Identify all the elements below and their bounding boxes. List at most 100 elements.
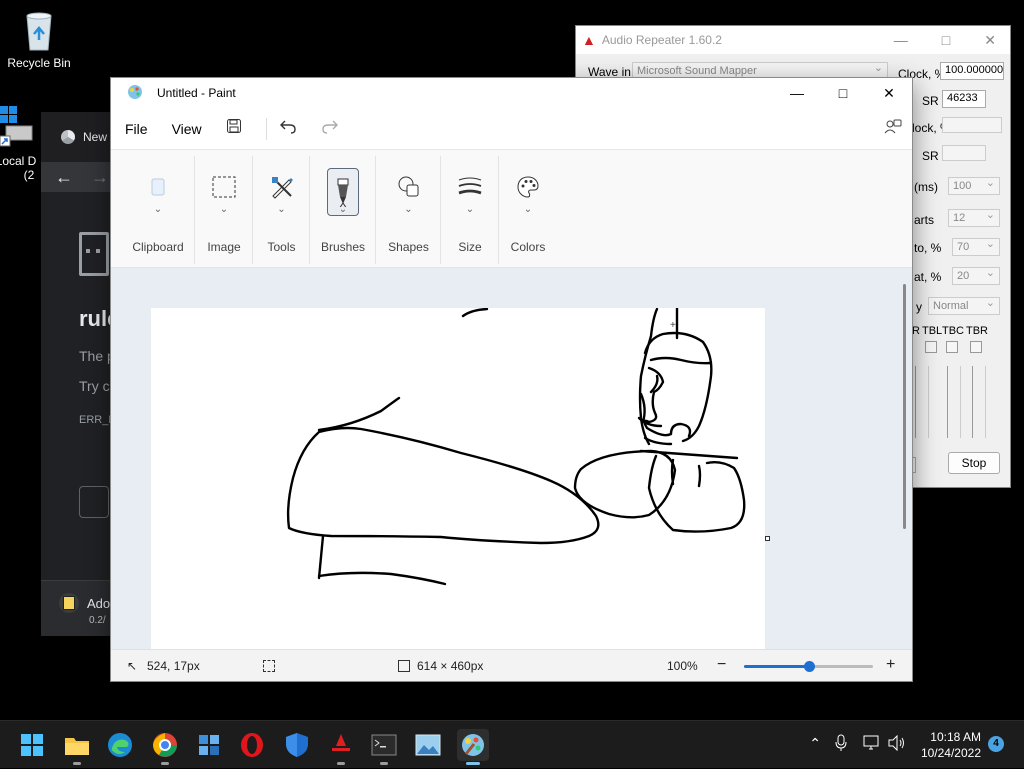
selection-icon	[209, 172, 239, 202]
redo-icon[interactable]	[321, 118, 339, 139]
close-icon: ✕	[883, 84, 895, 101]
recycle-bin-icon	[21, 10, 57, 52]
prefill-label: to, %	[914, 241, 942, 255]
close-button[interactable]: ✕	[866, 78, 912, 108]
buffer-ms-select[interactable]: 100	[948, 176, 1000, 195]
minimize-icon[interactable]: —	[894, 32, 908, 49]
drawing-canvas[interactable]: +	[151, 306, 765, 651]
resync-label: at, %	[914, 270, 942, 284]
chrome-button[interactable]	[149, 729, 181, 765]
photos-button[interactable]	[412, 729, 444, 761]
file-menu[interactable]: File	[125, 121, 148, 137]
brushes-label: Brushes	[320, 240, 366, 254]
terminal-button[interactable]	[368, 729, 400, 765]
paint-window[interactable]: Untitled - Paint — □ ✕ File View ⌄ Clipb…	[110, 77, 913, 682]
start-button[interactable]	[16, 729, 48, 761]
zoom-slider[interactable]	[744, 661, 873, 672]
level-bar-2	[947, 366, 961, 438]
audio-repeater-logo-icon: ▲	[582, 32, 596, 48]
chrome-window[interactable]: New ← → rule The p Try c ERR_B Ado 0.2/	[41, 112, 121, 636]
forward-arrow-icon[interactable]: →	[91, 167, 109, 188]
volume-icon[interactable]	[888, 734, 906, 754]
selection-size-icon	[263, 660, 275, 672]
clock-field[interactable]: 100.000000	[940, 62, 1004, 80]
minimize-button[interactable]: —	[774, 78, 820, 108]
microphone-icon[interactable]	[835, 734, 847, 755]
tools-group[interactable]: ⌄ Tools	[253, 150, 310, 268]
security-button[interactable]	[281, 729, 313, 761]
chrome-icon	[153, 733, 177, 757]
maximize-button[interactable]: □	[820, 78, 866, 108]
chrome-tab-label: New	[83, 130, 108, 144]
running-indicator	[73, 762, 81, 765]
image-group[interactable]: ⌄ Image	[195, 150, 253, 268]
zip-file-icon	[59, 593, 79, 613]
canvas-resize-handle[interactable]	[765, 536, 770, 541]
audio-repeater-titlebar[interactable]: ▲ Audio Repeater 1.60.2 — □ ✕	[576, 26, 1010, 54]
chrome-navbar: ← →	[41, 162, 121, 192]
parts-select[interactable]: 12	[948, 208, 1000, 227]
file-explorer-button[interactable]	[61, 729, 93, 765]
prefill-select[interactable]: 70	[952, 237, 1000, 256]
size-group[interactable]: ⌄ Size	[441, 150, 499, 268]
audio-repeater-title: Audio Repeater 1.60.2	[601, 33, 722, 47]
local-disk-shortcut[interactable]: Local D (2	[0, 106, 46, 182]
tbc-checkbox[interactable]	[946, 341, 958, 353]
reload-button[interactable]	[79, 486, 109, 518]
stop-button[interactable]: Stop	[948, 452, 1000, 474]
brushes-group[interactable]: ⌄ Brushes	[310, 150, 376, 268]
account-icon[interactable]	[884, 118, 902, 139]
chrome-tab[interactable]: New	[41, 112, 121, 162]
close-icon[interactable]: ✕	[984, 32, 996, 49]
sr2-label: SR	[922, 149, 939, 163]
tbl-checkbox[interactable]	[925, 341, 937, 353]
sr2-field[interactable]	[942, 145, 986, 161]
audio-repeater-taskbar-button[interactable]	[325, 729, 357, 765]
chevron-up-icon[interactable]: ⌃	[809, 735, 821, 752]
network-icon[interactable]	[863, 735, 881, 754]
col-r-label: R	[912, 325, 920, 337]
priority-select[interactable]: Normal	[928, 296, 1000, 315]
paint-taskbar-button[interactable]	[457, 729, 489, 765]
local-disk-sublabel: (2	[23, 168, 35, 182]
paint-ribbon: ⌄ Clipboard ⌄ Image ⌄ Tools ⌄ Brushes ⌄ …	[111, 150, 912, 268]
level-bar-1	[915, 366, 929, 438]
blocks-icon	[199, 735, 219, 755]
zoom-in-button[interactable]: +	[886, 656, 895, 674]
shapes-icon	[394, 172, 424, 202]
tbr-checkbox[interactable]	[970, 341, 982, 353]
view-menu[interactable]: View	[172, 121, 202, 137]
app-blocks-button[interactable]	[193, 729, 225, 761]
clock2-field[interactable]	[942, 117, 1002, 133]
zoom-slider-thumb[interactable]	[803, 661, 815, 672]
colors-group[interactable]: ⌄ Colors	[499, 150, 557, 268]
recycle-bin-shortcut[interactable]: Recycle Bin	[1, 10, 77, 70]
vertical-scrollbar[interactable]	[903, 284, 906, 529]
zoom-out-button[interactable]: −	[717, 656, 726, 674]
save-icon[interactable]	[226, 118, 242, 139]
local-disk-label: Local D	[0, 154, 37, 168]
menubar-divider	[265, 117, 267, 140]
maximize-icon[interactable]: □	[942, 32, 950, 49]
active-indicator	[466, 762, 480, 765]
shapes-group[interactable]: ⌄ Shapes	[376, 150, 441, 268]
cursor-position: 524, 17px	[147, 659, 200, 673]
edge-button[interactable]	[104, 729, 136, 761]
notification-badge[interactable]: 4	[988, 736, 1004, 752]
clock[interactable]: 10:18 AM 10/24/2022	[921, 729, 981, 761]
tools-label: Tools	[267, 240, 296, 254]
cursor-crosshair: +	[670, 320, 676, 331]
zoom-slider-fill	[744, 665, 809, 668]
opera-button[interactable]	[236, 729, 268, 761]
running-indicator	[380, 762, 388, 765]
undo-icon[interactable]	[279, 118, 297, 139]
zoom-level: 100%	[667, 659, 698, 673]
download-item[interactable]: Ado 0.2/	[41, 580, 121, 636]
paint-statusbar: ↖ 524, 17px 614 × 460px 100% − +	[111, 649, 912, 681]
paint-titlebar[interactable]: Untitled - Paint — □ ✕	[111, 78, 912, 108]
sr-field[interactable]: 46233	[942, 90, 986, 108]
paint-menubar: File View	[111, 108, 912, 150]
clipboard-group[interactable]: ⌄ Clipboard	[121, 150, 195, 268]
resync-select[interactable]: 20	[952, 266, 1000, 285]
back-arrow-icon[interactable]: ←	[55, 167, 73, 188]
